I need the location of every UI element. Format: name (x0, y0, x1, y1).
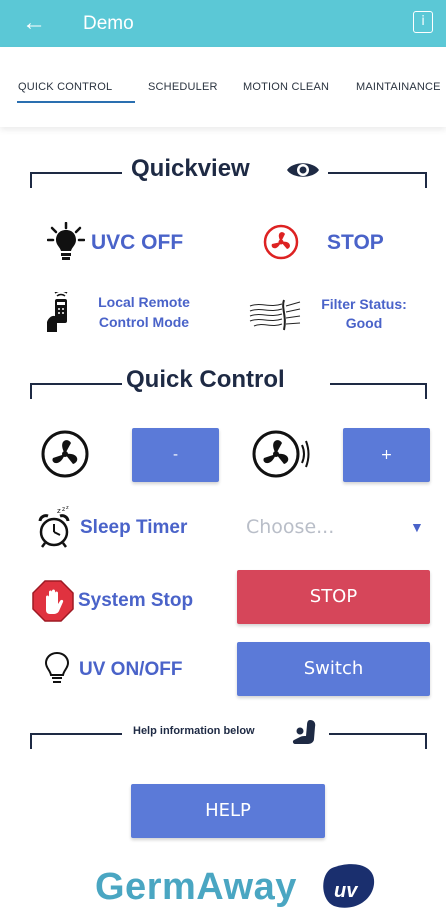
system-stop-label: System Stop (78, 590, 194, 611)
dropdown-arrow-icon: ▼ (410, 519, 424, 535)
uv-badge-text: uv (334, 880, 359, 902)
filter-status-line2: Good (345, 315, 383, 331)
fan-increase-button[interactable]: + (343, 428, 430, 482)
app-title: Demo (83, 13, 134, 34)
system-stop-button[interactable]: STOP (237, 570, 430, 624)
back-arrow-icon[interactable]: ← (22, 9, 46, 37)
svg-text:z: z (62, 506, 65, 513)
help-title: Help information below (133, 725, 255, 737)
info-icon[interactable]: i (413, 11, 433, 33)
remote-control-icon (47, 292, 68, 332)
active-tab-indicator (17, 101, 135, 103)
filter-status-line1: Filter Status: (321, 296, 407, 312)
quick-control-title: Quick Control (126, 366, 285, 393)
quickview-header: Quickview (30, 155, 427, 190)
tab-scheduler[interactable]: SCHEDULER (148, 81, 218, 93)
fan-increase-icon (252, 430, 310, 478)
help-button[interactable]: HELP (131, 784, 325, 838)
remote-mode-line2: Control Mode (98, 314, 190, 330)
sleep-timer-placeholder: Choose... (246, 516, 335, 538)
fan-status-icon (263, 224, 299, 260)
app-bar: ← Demo i (0, 0, 446, 47)
remote-mode-line1: Local Remote (98, 294, 190, 310)
bulb-outline-icon (44, 651, 70, 683)
svg-text:z: z (66, 505, 69, 511)
uv-logo-badge: uv (323, 864, 375, 908)
help-header: Help information below (30, 720, 427, 751)
svg-text:z: z (57, 507, 61, 515)
sleep-timer-select[interactable]: Choose... ▼ (240, 508, 430, 548)
fan-status: STOP (327, 231, 384, 254)
fan-decrease-button[interactable]: - (132, 428, 219, 482)
tab-motion-clean[interactable]: MOTION CLEAN (243, 81, 329, 93)
uvc-status: UVC OFF (91, 231, 184, 254)
tab-bar: QUICK CONTROL SCHEDULER MOTION CLEAN MAI… (0, 47, 446, 127)
lightbulb-icon (47, 222, 85, 260)
uv-onoff-label: UV ON/OFF (79, 659, 183, 680)
tab-quick-control[interactable]: QUICK CONTROL (18, 81, 112, 93)
stop-hand-icon (32, 580, 74, 622)
person-help-icon (292, 720, 316, 744)
quickview-title: Quickview (131, 155, 250, 182)
filter-icon (249, 299, 301, 331)
sleep-timer-label: Sleep Timer (80, 517, 188, 538)
uv-switch-button[interactable]: Switch (237, 642, 430, 696)
quick-control-header: Quick Control (30, 366, 427, 401)
fan-decrease-icon (41, 430, 89, 478)
eye-icon (287, 163, 319, 177)
brand-logo-text: GermAway (95, 866, 297, 908)
alarm-clock-icon: z z z (38, 505, 70, 548)
tab-maintainance[interactable]: MAINTAINANCE (356, 81, 441, 93)
